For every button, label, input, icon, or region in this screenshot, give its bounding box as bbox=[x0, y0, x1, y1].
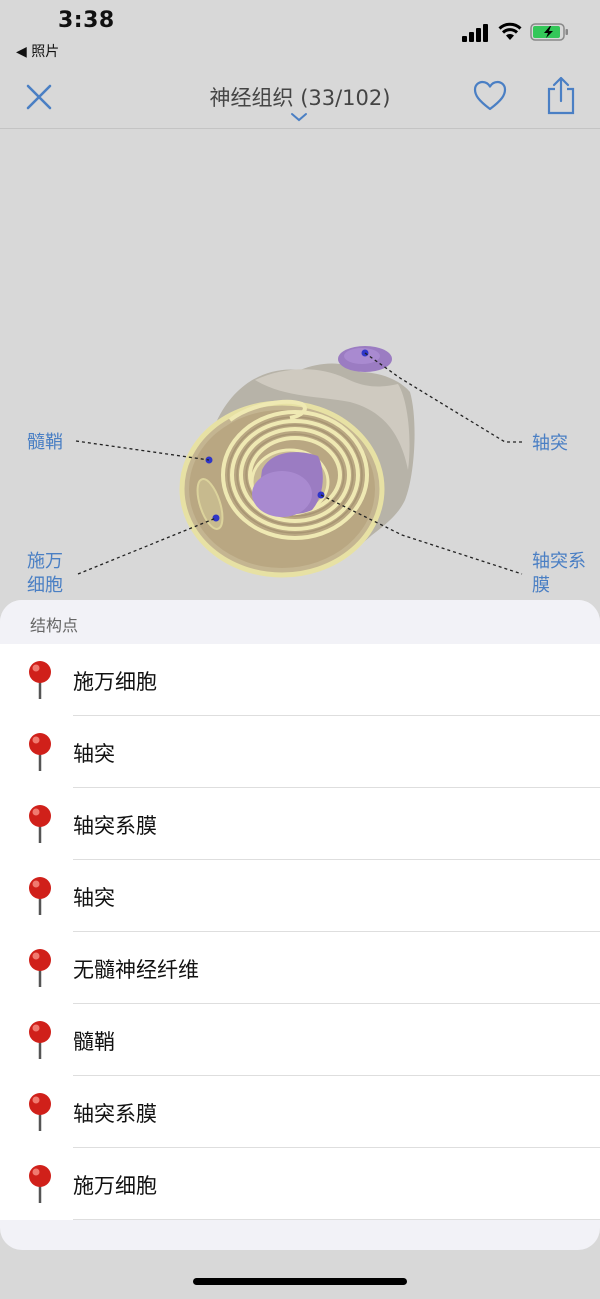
status-bar: 3:38 ◀ 照片 bbox=[0, 0, 600, 62]
nerve-fiber-drawing bbox=[75, 346, 523, 578]
list-item[interactable]: 施万细胞 bbox=[0, 1148, 600, 1220]
list-item-label: 施万细胞 bbox=[73, 1174, 157, 1198]
list-item[interactable]: 轴突系膜 bbox=[0, 788, 600, 860]
list-item[interactable]: 无髓神经纤维 bbox=[0, 932, 600, 1004]
list-item-label: 轴突 bbox=[73, 886, 115, 910]
battery-charging-icon bbox=[530, 23, 568, 41]
chevron-down-icon[interactable] bbox=[290, 112, 308, 122]
map-pin-icon bbox=[29, 1165, 51, 1203]
list-item[interactable]: 轴突 bbox=[0, 860, 600, 932]
map-pin-icon bbox=[29, 733, 51, 771]
home-indicator[interactable] bbox=[193, 1278, 407, 1285]
structure-points-sheet: 结构点 施万细胞 轴突 轴突系膜 轴突 无髓神经纤维 髓鞘 轴突系膜 施万细胞 bbox=[0, 600, 600, 1250]
map-pin-icon bbox=[29, 877, 51, 915]
list-item[interactable]: 髓鞘 bbox=[0, 1004, 600, 1076]
list-item-label: 轴突系膜 bbox=[73, 1102, 157, 1126]
list-item[interactable]: 轴突系膜 bbox=[0, 1076, 600, 1148]
label-axolemma[interactable]: 轴突系 膜 bbox=[532, 550, 586, 598]
page-title[interactable]: 神经组织 (33/102) bbox=[150, 82, 450, 112]
map-pin-icon bbox=[29, 661, 51, 699]
heart-icon[interactable] bbox=[472, 78, 508, 114]
label-myelin[interactable]: 髓鞘 bbox=[27, 431, 63, 455]
back-to-app-link[interactable]: ◀ 照片 bbox=[16, 41, 59, 61]
list-item-label: 髓鞘 bbox=[73, 1030, 115, 1054]
list-item-label: 轴突 bbox=[73, 742, 115, 766]
list-item[interactable]: 轴突 bbox=[0, 716, 600, 788]
divider bbox=[73, 1219, 600, 1220]
map-pin-icon bbox=[29, 1093, 51, 1131]
map-pin-icon bbox=[29, 949, 51, 987]
map-pin-icon bbox=[29, 1021, 51, 1059]
list-item[interactable]: 施万细胞 bbox=[0, 644, 600, 716]
cellular-signal-icon bbox=[462, 24, 488, 42]
nerve-fiber-illustration: 髓鞘 轴突 施万 细胞 轴突系 膜 bbox=[0, 129, 600, 599]
label-axon[interactable]: 轴突 bbox=[532, 432, 568, 456]
structure-point-list: 施万细胞 轴突 轴突系膜 轴突 无髓神经纤维 髓鞘 轴突系膜 施万细胞 bbox=[0, 644, 600, 1220]
label-schwann-cell[interactable]: 施万 细胞 bbox=[27, 550, 63, 598]
list-item-label: 无髓神经纤维 bbox=[73, 958, 199, 982]
sheet-header[interactable]: 结构点 bbox=[0, 600, 600, 645]
share-icon[interactable] bbox=[544, 76, 578, 116]
wifi-icon bbox=[498, 22, 522, 40]
close-icon[interactable] bbox=[22, 80, 56, 114]
list-item-label: 轴突系膜 bbox=[73, 814, 157, 838]
sheet-title: 结构点 bbox=[30, 616, 79, 635]
status-time: 3:38 bbox=[58, 8, 115, 33]
list-item-label: 施万细胞 bbox=[73, 670, 157, 694]
navigation-bar: 神经组织 (33/102) bbox=[0, 62, 600, 129]
map-pin-icon bbox=[29, 805, 51, 843]
